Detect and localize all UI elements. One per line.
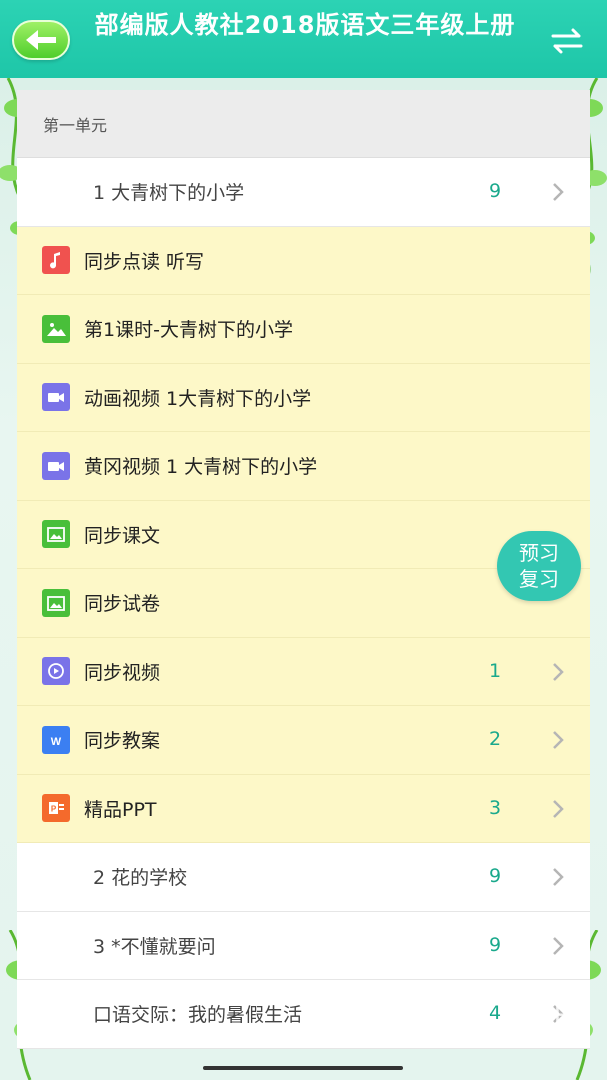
lesson-row[interactable]: 3 *不懂就要问 9: [17, 911, 590, 980]
resource-row-ppt[interactable]: P 精品PPT 3: [17, 774, 590, 843]
lesson-count: 9: [489, 933, 502, 956]
picture-icon: [42, 588, 70, 617]
float-button-line2: 复习: [519, 567, 559, 591]
resource-count: 3: [489, 796, 502, 819]
swap-arrows-icon[interactable]: [549, 26, 585, 56]
ppt-doc-icon: P: [42, 794, 70, 823]
music-note-icon: [42, 246, 70, 275]
svg-text:P: P: [51, 805, 57, 814]
lesson-row[interactable]: 口语交际：我的暑假生活 4: [17, 980, 590, 1049]
chevron-right-icon: [553, 662, 564, 681]
play-video-icon: [42, 657, 70, 686]
home-indicator: [203, 1066, 403, 1070]
lesson-label: 3 *不懂就要问: [93, 935, 216, 958]
resource-row-lesson-plan[interactable]: W 同步教案 2: [17, 706, 590, 775]
lesson-count: 9: [489, 180, 502, 202]
unit-header: 第一单元: [17, 90, 590, 158]
chevron-right-icon: [553, 868, 564, 886]
app-header: 部编版人教社2018版语文三年级上册: [0, 0, 607, 78]
video-camera-icon: [42, 451, 70, 480]
chevron-right-icon: [553, 731, 564, 749]
chevron-right-icon: [553, 936, 564, 955]
resource-count: 1: [489, 659, 502, 682]
lesson-count: 4: [489, 1002, 502, 1024]
resource-label: 同步视频: [84, 661, 161, 684]
resource-label: 黄冈视频 1 大青树下的小学: [84, 456, 318, 479]
lesson-label: 2 花的学校: [93, 867, 188, 890]
image-icon: [42, 314, 70, 343]
watermark-text: 土叶子: [520, 1006, 587, 1031]
svg-text:W: W: [51, 736, 62, 748]
lesson-label: 1 大青树下的小学: [93, 182, 245, 205]
video-camera-icon: [42, 383, 70, 412]
resource-row-huanggang-video[interactable]: 黄冈视频 1 大青树下的小学: [17, 432, 590, 501]
chevron-right-icon: [553, 799, 564, 818]
resource-label: 同步课文: [84, 524, 161, 547]
resource-label: 同步试卷: [84, 593, 161, 616]
back-button[interactable]: [12, 20, 70, 60]
arrow-left-icon: [26, 30, 56, 50]
resource-count: 2: [489, 728, 502, 750]
lesson-row[interactable]: 2 花的学校 9: [17, 843, 590, 912]
preview-review-button[interactable]: 预习 复习: [497, 531, 581, 601]
watermark-sub: YXZ.COM: [535, 1032, 587, 1045]
resource-row-animation-video[interactable]: 动画视频 1大青树下的小学: [17, 363, 590, 432]
chevron-right-icon: [553, 183, 564, 201]
float-button-line1: 预习: [519, 541, 559, 565]
lesson-row[interactable]: 1 大青树下的小学 9: [17, 158, 590, 227]
resource-row-lesson-image[interactable]: 第1课时-大青树下的小学: [17, 295, 590, 364]
lesson-label: 口语交际：我的暑假生活: [93, 1004, 303, 1027]
resource-label: 同步教案: [84, 730, 161, 753]
resource-row-sync-video[interactable]: 同步视频 1: [17, 637, 590, 706]
word-doc-icon: W: [42, 725, 70, 754]
resource-label: 动画视频 1大青树下的小学: [84, 387, 312, 410]
resource-label: 精品PPT: [84, 798, 157, 821]
resource-label: 第1课时-大青树下的小学: [84, 319, 293, 342]
resource-row-audio[interactable]: 同步点读 听写: [17, 226, 590, 295]
resource-label: 同步点读 听写: [84, 250, 205, 273]
lesson-count: 9: [489, 865, 502, 887]
picture-icon: [42, 520, 70, 549]
watermark: 土叶子 YXZ.COM: [521, 1000, 587, 1045]
page-title: 部编版人教社2018版语文三年级上册: [94, 11, 516, 39]
